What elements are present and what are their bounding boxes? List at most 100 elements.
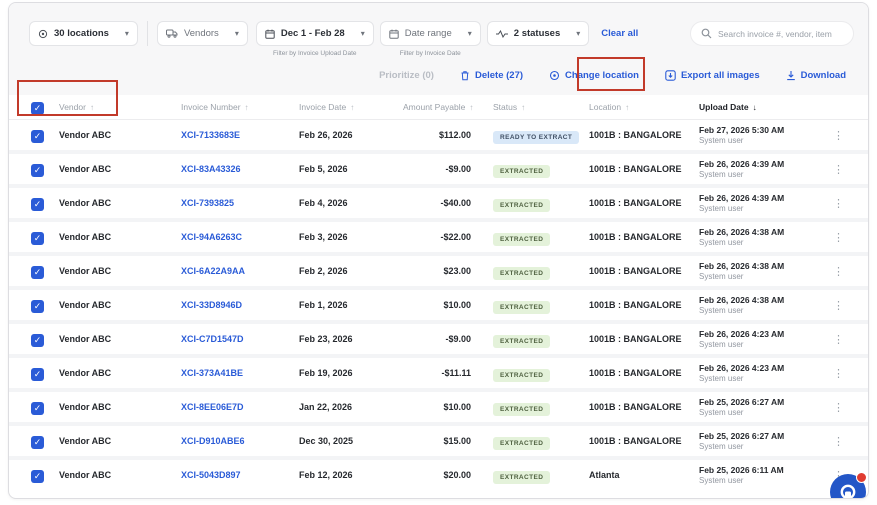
sort-asc-icon: ↑ [245, 103, 249, 112]
upload-date-cell: Feb 25, 2026 6:11 AM System user [699, 465, 824, 486]
table-row: ✓ Vendor ABC XCI-83A43326 Feb 5, 2026 -$… [9, 154, 868, 184]
sort-asc-icon: ↑ [90, 103, 94, 112]
table-row: ✓ Vendor ABC XCI-6A22A9AA Feb 2, 2026 $2… [9, 256, 868, 286]
invoice-number-link[interactable]: XCI-8EE06E7D [181, 402, 299, 412]
row-menu-button[interactable]: ⋮ [824, 129, 854, 142]
row-menu-button[interactable]: ⋮ [824, 299, 854, 312]
column-header-invoice-number[interactable]: Invoice Number↑ [181, 102, 299, 112]
row-menu-button[interactable]: ⋮ [824, 197, 854, 210]
invoice-number-link[interactable]: XCI-83A43326 [181, 164, 299, 174]
upload-date-filter[interactable]: Dec 1 - Feb 28 ▾ [256, 21, 374, 46]
vendors-filter[interactable]: Vendors ▾ [157, 21, 248, 46]
invoice-number-link[interactable]: XCI-7133683E [181, 130, 299, 140]
row-checkbox[interactable]: ✓ [31, 232, 44, 245]
vendor-cell: Vendor ABC [59, 436, 181, 446]
column-header-location[interactable]: Location↑ [589, 102, 699, 112]
status-badge: EXTRACTED [493, 437, 550, 450]
row-checkbox[interactable]: ✓ [31, 436, 44, 449]
clear-all-link[interactable]: Clear all [601, 28, 638, 39]
table-row: ✓ Vendor ABC XCI-5043D897 Feb 12, 2026 $… [9, 460, 868, 490]
upload-date-cell: Feb 26, 2026 4:38 AM System user [699, 261, 824, 282]
row-checkbox[interactable]: ✓ [31, 198, 44, 211]
vendor-cell: Vendor ABC [59, 470, 181, 480]
amount-payable-cell: -$22.00 [403, 232, 493, 242]
invoice-number-link[interactable]: XCI-373A41BE [181, 368, 299, 378]
row-menu-button[interactable]: ⋮ [824, 333, 854, 346]
row-menu-button[interactable]: ⋮ [824, 265, 854, 278]
invoice-number-link[interactable]: XCI-6A22A9AA [181, 266, 299, 276]
invoice-number-link[interactable]: XCI-33D8946D [181, 300, 299, 310]
change-location-button-label: Change location [565, 70, 639, 81]
column-header-invoice-date[interactable]: Invoice Date↑ [299, 102, 403, 112]
check-icon: ✓ [34, 370, 42, 379]
row-checkbox[interactable]: ✓ [31, 130, 44, 143]
location-cell: 1001B : BANGALORE [589, 198, 699, 208]
delete-button[interactable]: Delete (27) [460, 70, 523, 81]
row-checkbox[interactable]: ✓ [31, 300, 44, 313]
row-checkbox[interactable]: ✓ [31, 334, 44, 347]
vendor-cell: Vendor ABC [59, 198, 181, 208]
check-icon: ✓ [34, 268, 42, 277]
invoice-number-link[interactable]: XCI-D910ABE6 [181, 436, 299, 446]
row-checkbox[interactable]: ✓ [31, 266, 44, 279]
location-cell: 1001B : BANGALORE [589, 334, 699, 344]
search-input[interactable] [718, 29, 843, 39]
download-icon [786, 70, 796, 81]
download-button[interactable]: Download [786, 70, 846, 81]
vendor-cell: Vendor ABC [59, 334, 181, 344]
status-badge: EXTRACTED [493, 301, 550, 314]
invoice-number-link[interactable]: XCI-C7D1547D [181, 334, 299, 344]
truck-icon [166, 29, 178, 38]
column-header-vendor[interactable]: Vendor↑ [59, 102, 181, 112]
location-cell: 1001B : BANGALORE [589, 300, 699, 310]
change-location-button[interactable]: Change location [549, 70, 639, 81]
invoice-number-link[interactable]: XCI-94A6263C [181, 232, 299, 242]
upload-date-cell: Feb 26, 2026 4:23 AM System user [699, 363, 824, 384]
row-checkbox[interactable]: ✓ [31, 402, 44, 415]
bulk-actions-bar: Prioritize (0) Delete (27) Change locati… [29, 70, 854, 81]
upload-date-cell: Feb 26, 2026 4:38 AM System user [699, 227, 824, 248]
check-icon: ✓ [34, 132, 42, 141]
location-cell: 1001B : BANGALORE [589, 436, 699, 446]
upload-date-filter-hint: Filter by Invoice Upload Date [273, 50, 356, 57]
upload-date-cell: Feb 26, 2026 4:23 AM System user [699, 329, 824, 350]
row-checkbox[interactable]: ✓ [31, 470, 44, 483]
invoice-date-filter[interactable]: Date range ▾ [380, 21, 481, 46]
invoice-date-cell: Feb 26, 2026 [299, 130, 403, 140]
invoice-date-filter-label: Date range [405, 28, 452, 39]
calendar-icon [389, 29, 399, 39]
row-menu-button[interactable]: ⋮ [824, 163, 854, 176]
sort-asc-icon: ↑ [350, 103, 354, 112]
table-row: ✓ Vendor ABC XCI-C7D1547D Feb 23, 2026 -… [9, 324, 868, 354]
statuses-filter[interactable]: 2 statuses ▾ [487, 21, 590, 46]
activity-pulse-icon [496, 30, 508, 38]
invoice-date-cell: Feb 19, 2026 [299, 368, 403, 378]
vendor-cell: Vendor ABC [59, 130, 181, 140]
row-checkbox[interactable]: ✓ [31, 164, 44, 177]
status-badge: EXTRACTED [493, 369, 550, 382]
location-pin-icon [38, 29, 48, 39]
status-badge: EXTRACTED [493, 267, 550, 280]
column-header-amount-payable[interactable]: Amount Payable↑ [403, 102, 493, 112]
row-menu-button[interactable]: ⋮ [824, 435, 854, 448]
locations-filter[interactable]: 30 locations ▾ [29, 21, 138, 46]
prioritize-button[interactable]: Prioritize (0) [379, 70, 434, 81]
invoice-number-link[interactable]: XCI-5043D897 [181, 470, 299, 480]
invoice-number-link[interactable]: XCI-7393825 [181, 198, 299, 208]
row-menu-button[interactable]: ⋮ [824, 231, 854, 244]
column-header-upload-date[interactable]: Upload Date↓ [699, 102, 824, 112]
vendor-cell: Vendor ABC [59, 164, 181, 174]
search-box[interactable] [690, 21, 854, 46]
vendor-cell: Vendor ABC [59, 300, 181, 310]
invoice-date-cell: Jan 22, 2026 [299, 402, 403, 412]
amount-payable-cell: $10.00 [403, 300, 493, 310]
download-button-label: Download [801, 70, 846, 81]
table-row: ✓ Vendor ABC XCI-7393825 Feb 4, 2026 -$4… [9, 188, 868, 218]
row-menu-button[interactable]: ⋮ [824, 401, 854, 414]
export-all-images-button[interactable]: Export all images [665, 70, 760, 81]
row-checkbox[interactable]: ✓ [31, 368, 44, 381]
column-header-status[interactable]: Status↑ [493, 102, 589, 112]
check-icon: ✓ [34, 404, 42, 413]
select-all-checkbox[interactable]: ✓ [31, 102, 44, 115]
row-menu-button[interactable]: ⋮ [824, 367, 854, 380]
